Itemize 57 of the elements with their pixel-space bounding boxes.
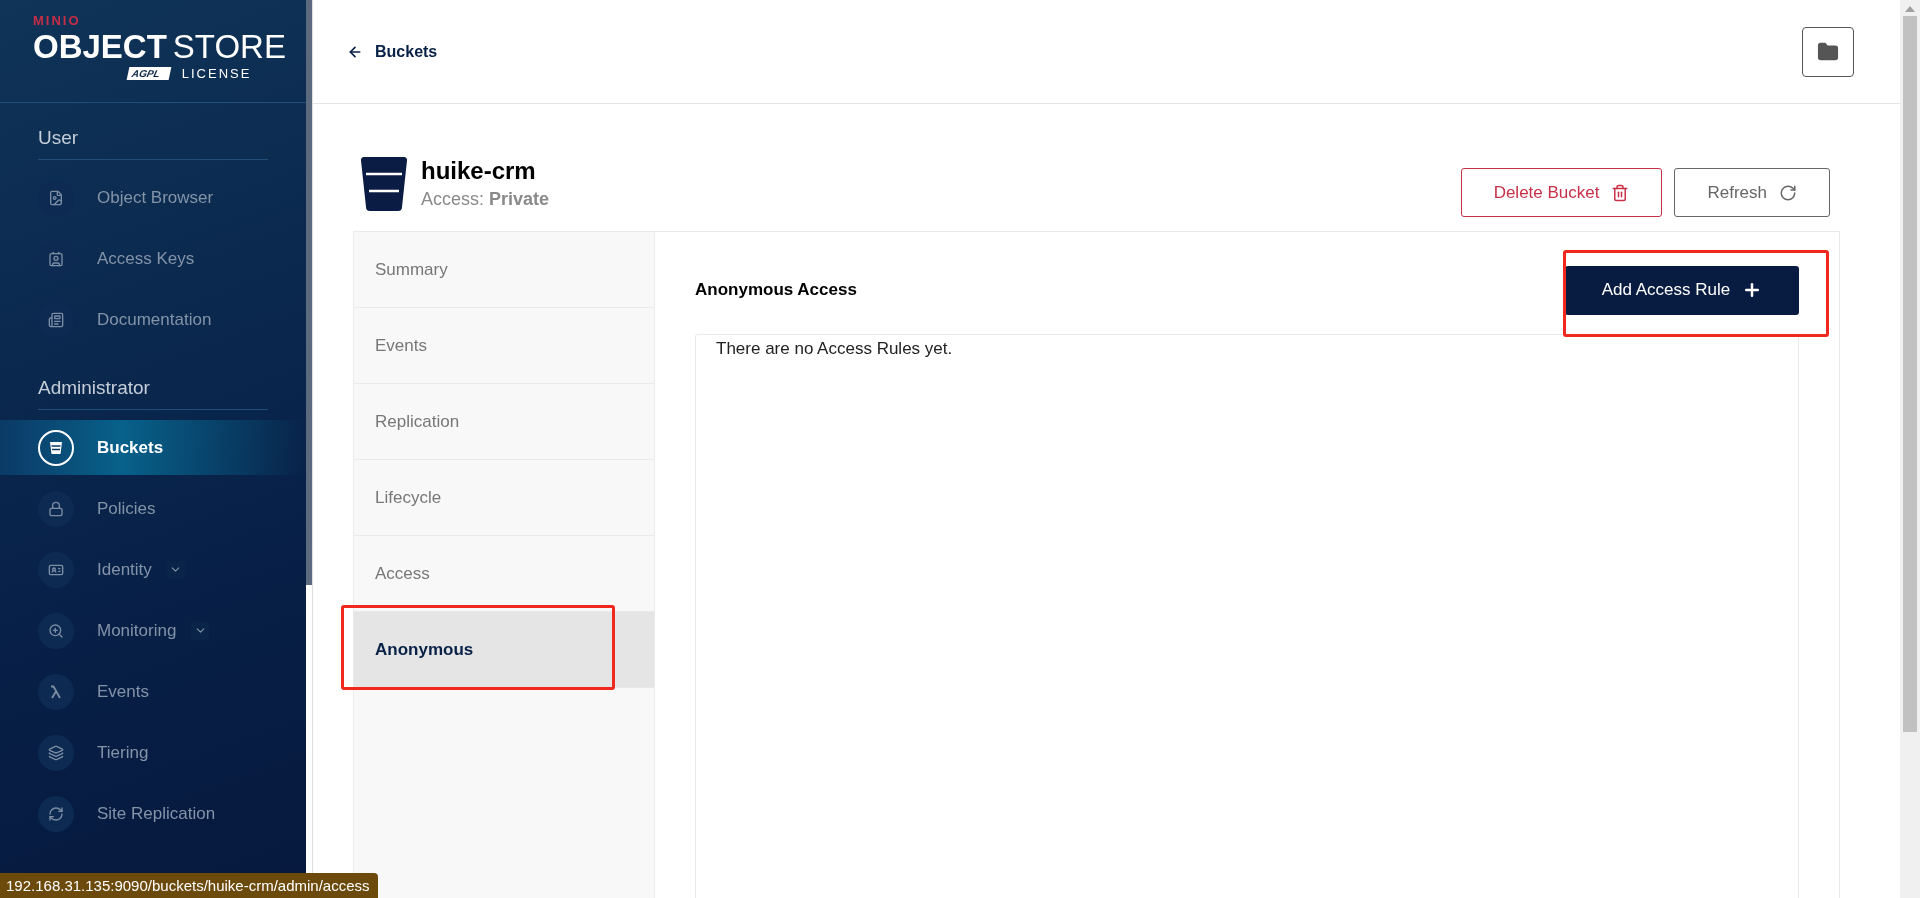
sidebar-item[interactable]: Site Replication xyxy=(0,786,306,841)
bucket-name: huike-crm xyxy=(421,157,537,185)
license-text: LICENSE xyxy=(181,66,252,81)
sidebar-item-label: Documentation xyxy=(97,309,212,330)
license-badge: AGPL xyxy=(126,67,172,80)
scrollbar-thumb[interactable] xyxy=(1903,16,1917,732)
trash-icon xyxy=(1611,183,1630,202)
sidebar-item-label: Events xyxy=(97,681,149,702)
sidebar-item[interactable]: Identity xyxy=(0,542,306,597)
product-name-text: OBJECT xyxy=(33,28,167,66)
id-card-icon xyxy=(38,551,74,588)
sidebar-item[interactable]: Object Browser xyxy=(0,170,306,225)
empty-message: There are no Access Rules yet. xyxy=(716,339,953,358)
circular-arrows-icon xyxy=(38,795,74,832)
sidebar-item-label: Site Replication xyxy=(97,803,216,824)
sidebar-item-label: Object Browser xyxy=(97,187,214,208)
sidebar-item[interactable]: Monitoring xyxy=(0,603,306,658)
brand-text: MINIO xyxy=(33,14,81,28)
tab[interactable]: Lifecycle xyxy=(354,460,654,536)
sidebar-item[interactable]: Documentation xyxy=(0,292,306,347)
folder-button[interactable] xyxy=(1802,26,1854,77)
section-title: Anonymous Access xyxy=(695,280,857,300)
scrollbar-thumb[interactable] xyxy=(306,0,312,585)
sidebar-item[interactable]: Access Keys xyxy=(0,231,306,286)
sidebar-item-label: Monitoring xyxy=(97,620,177,641)
sidebar-item[interactable]: Tiering xyxy=(0,725,306,780)
refresh-button[interactable]: Refresh xyxy=(1674,168,1830,217)
sidebar-item-label: Access Keys xyxy=(97,248,195,269)
layers-icon xyxy=(38,734,74,771)
sidebar-item[interactable]: Policies xyxy=(0,481,306,536)
chevron-icon[interactable] xyxy=(191,621,210,640)
sidebar-item-label: Buckets xyxy=(97,437,164,458)
add-access-rule-button[interactable]: Add Access Rule xyxy=(1565,265,1799,315)
lock-icon xyxy=(38,490,74,527)
sidebar-item-label: Policies xyxy=(97,498,156,519)
chevron-icon[interactable] xyxy=(166,560,185,579)
bucket-access-text: Access: Private xyxy=(421,189,550,210)
tab[interactable]: Anonymous xyxy=(354,612,654,688)
section-title: User xyxy=(38,123,268,160)
bucket-icon xyxy=(361,156,407,211)
refresh-icon xyxy=(1779,183,1797,202)
lambda-icon xyxy=(38,673,74,710)
folder-icon xyxy=(1817,40,1839,63)
sidebar-item[interactable]: Events xyxy=(0,664,306,719)
bucket-icon xyxy=(38,429,74,466)
tab[interactable]: Replication xyxy=(354,384,654,460)
tab[interactable]: Summary xyxy=(354,232,654,308)
sidebar-item-label: Tiering xyxy=(97,742,149,763)
status-bar-url: 192.168.31.135:9090/buckets/huike-crm/admin/access xyxy=(0,873,378,898)
back-link[interactable]: Buckets xyxy=(347,42,438,61)
magnifier-icon xyxy=(38,612,74,649)
delete-bucket-button[interactable]: Delete Bucket xyxy=(1460,168,1663,217)
sidebar-item-label: Identity xyxy=(97,559,152,580)
product-name-text: STORE xyxy=(172,28,286,66)
scroll-up-icon[interactable] xyxy=(1905,6,1915,12)
section-title: Administrator xyxy=(38,373,268,410)
tab[interactable]: Events xyxy=(354,308,654,384)
